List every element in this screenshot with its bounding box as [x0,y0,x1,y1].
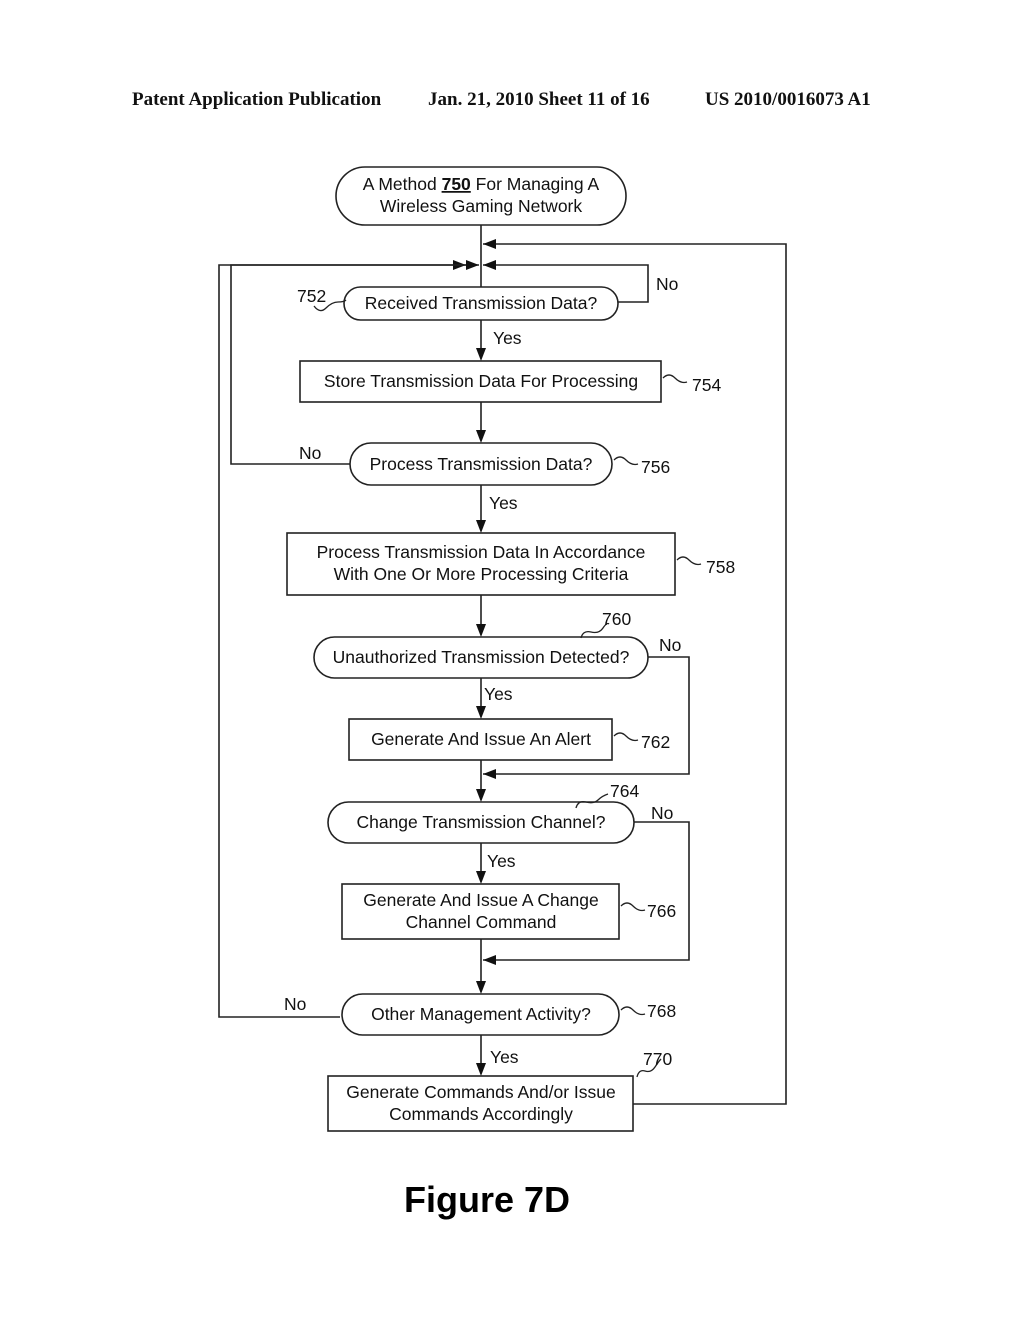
label-768-no: No [284,994,306,1014]
label-760-yes: Yes [484,684,513,704]
arrowhead-loop-770 [483,239,496,249]
process-770-line1: Generate Commands And/or Issue [346,1082,615,1102]
label-756-no: No [299,443,321,463]
label-764-no: No [651,803,673,823]
start-line1: A Method 750 For Managing A [363,174,600,194]
process-758-line1: Process Transmission Data In Accordance [317,542,646,562]
step-764: Change Transmission Channel? 764 No Yes [327,781,673,871]
decision-760-text: Unauthorized Transmission Detected? [333,647,630,667]
process-758-line2: With One Or More Processing Criteria [334,564,629,584]
label-752-yes: Yes [493,328,522,348]
leader-754 [662,374,688,384]
arrowhead-758 [476,520,486,533]
decision-752-text: Received Transmission Data? [365,293,598,313]
arrowhead-754 [476,348,486,361]
process-762-text: Generate And Issue An Alert [371,729,591,749]
label-764-yes: Yes [487,851,516,871]
leader-766 [620,902,646,912]
label-760-no: No [659,635,681,655]
start-terminator: A Method 750 For Managing A Wireless Gam… [335,166,627,226]
step-754: Store Transmission Data For Processing 7… [299,360,721,403]
decision-756-text: Process Transmission Data? [370,454,593,474]
ref-764: 764 [610,781,639,801]
arrowhead-762 [476,706,486,719]
ref-768: 768 [647,1001,676,1021]
arrowhead-764 [476,789,486,802]
decision-764-text: Change Transmission Channel? [356,812,605,832]
arrowhead-loop-752 [483,260,496,270]
step-758: Process Transmission Data In Accordance … [286,532,735,596]
step-768: Other Management Activity? 768 No Yes [284,993,676,1067]
label-752-no: No [656,274,678,294]
ref-752: 752 [297,286,326,306]
process-766-line1: Generate And Issue A Change [363,890,598,910]
figure-caption: Figure 7D [404,1179,570,1220]
step-760: Unauthorized Transmission Detected? 760 … [313,609,681,704]
arrowhead-loop-756 [466,260,479,270]
leader-758 [676,556,702,566]
step-766: Generate And Issue A Change Channel Comm… [341,883,676,940]
label-768-yes: Yes [490,1047,519,1067]
process-754-text: Store Transmission Data For Processing [324,371,638,391]
ref-756: 756 [641,457,670,477]
leader-768 [620,1006,646,1016]
arrowhead-770 [476,1063,486,1076]
arrowhead-766 [476,871,486,884]
process-770-line2: Commands Accordingly [389,1104,573,1124]
arrowhead-768 [476,981,486,994]
ref-762: 762 [641,732,670,752]
ref-770: 770 [643,1049,672,1069]
step-752: Received Transmission Data? 752 No Yes [297,274,678,348]
step-756: Process Transmission Data? 756 No Yes [299,442,670,513]
ref-758: 758 [706,557,735,577]
leader-756 [613,456,639,466]
start-line2: Wireless Gaming Network [380,196,583,216]
decision-768-text: Other Management Activity? [371,1004,591,1024]
ref-766: 766 [647,901,676,921]
label-756-yes: Yes [489,493,518,513]
ref-754: 754 [692,375,721,395]
leader-762 [613,732,639,742]
arrowhead-bypass-760 [483,769,496,779]
arrowhead-760 [476,624,486,637]
arrowhead-bypass-764 [483,955,496,965]
arrowhead-756 [476,430,486,443]
ref-760: 760 [602,609,631,629]
process-766-line2: Channel Command [406,912,557,932]
step-762: Generate And Issue An Alert 762 [348,718,670,761]
flowchart: A Method 750 For Managing A Wireless Gam… [218,166,787,1220]
